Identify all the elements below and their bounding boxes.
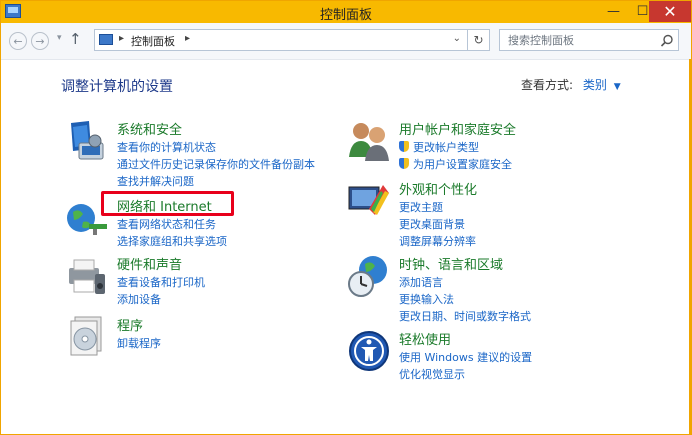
category-title-hardware-sound[interactable]: 硬件和声音 [117, 254, 182, 273]
category-programs: 程序 卸载程序 [65, 315, 365, 375]
category-network-internet: 网络和 Internet 查看网络状态和任务 选择家庭组和共享选项 [65, 196, 365, 256]
address-field[interactable]: ▸ 控制面板 ▸ ⌄ [94, 29, 468, 51]
search-icon[interactable] [660, 33, 674, 47]
link-network-status-tasks[interactable]: 查看网络状态和任务 [117, 216, 227, 233]
navigation-bar: ← → ▾ ↑ ▸ 控制面板 ▸ ⌄ ↻ [1, 23, 691, 60]
title-bar[interactable]: 控制面板 — ☐ ✕ [1, 1, 691, 23]
link-add-language[interactable]: 添加语言 [399, 274, 531, 291]
up-button[interactable]: ↑ [69, 30, 82, 48]
link-optimize-visual-display[interactable]: 优化视觉显示 [399, 366, 532, 383]
category-title-clock-language-region[interactable]: 时钟、语言和区域 [399, 254, 503, 273]
view-by-label: 查看方式: [521, 78, 574, 92]
link-view-computer-status[interactable]: 查看你的计算机状态 [117, 139, 315, 156]
page-title: 调整计算机的设置 [61, 79, 173, 95]
forward-button[interactable]: → [31, 32, 49, 50]
ease-of-access-icon[interactable] [347, 329, 391, 373]
category-ease-of-access: 轻松使用 使用 Windows 建议的设置 优化视觉显示 [347, 329, 647, 389]
control-panel-window: 控制面板 — ☐ ✕ ← → ▾ ↑ ▸ 控制面板 ▸ ⌄ ↻ 调整计 [0, 0, 692, 435]
users-icon[interactable] [347, 119, 391, 163]
link-troubleshoot[interactable]: 查找并解决问题 [117, 173, 315, 190]
link-change-theme[interactable]: 更改主题 [399, 199, 476, 216]
category-appearance: 外观和个性化 更改主题 更改桌面背景 调整屏幕分辨率 [347, 179, 647, 248]
appearance-icon[interactable] [347, 179, 391, 223]
link-recommended-settings[interactable]: 使用 Windows 建议的设置 [399, 349, 532, 366]
link-label: 为用户设置家庭安全 [413, 158, 512, 171]
link-file-history-backup[interactable]: 通过文件历史记录保存你的文件备份副本 [117, 156, 315, 173]
refresh-button[interactable]: ↻ [468, 29, 490, 51]
category-hardware-sound: 硬件和声音 查看设备和打印机 添加设备 [65, 254, 365, 314]
close-button[interactable]: ✕ [649, 1, 691, 22]
view-by-control: 查看方式: 类别 ▼ [521, 76, 621, 93]
control-panel-small-icon [99, 34, 113, 45]
category-title-system-security[interactable]: 系统和安全 [117, 119, 182, 138]
link-add-device[interactable]: 添加设备 [117, 291, 205, 308]
uac-shield-icon [399, 141, 409, 152]
link-uninstall-program[interactable]: 卸载程序 [117, 335, 161, 352]
link-change-account-type[interactable]: 更改帐户类型 [399, 139, 512, 156]
network-globe-icon[interactable] [65, 196, 109, 240]
category-title-user-accounts[interactable]: 用户帐户和家庭安全 [399, 119, 516, 138]
category-title-programs[interactable]: 程序 [117, 315, 143, 334]
search-input[interactable] [500, 30, 658, 50]
category-title-network-internet[interactable]: 网络和 Internet [117, 196, 212, 215]
dropdown-caret-icon[interactable]: ▼ [614, 82, 621, 92]
printer-speaker-icon[interactable] [65, 254, 109, 298]
category-clock-language-region: 时钟、语言和区域 添加语言 更换输入法 更改日期、时间或数字格式 [347, 254, 647, 323]
back-button[interactable]: ← [9, 32, 27, 50]
link-label: 更改帐户类型 [413, 141, 479, 154]
window-title: 控制面板 [319, 8, 372, 23]
link-family-safety[interactable]: 为用户设置家庭安全 [399, 156, 512, 173]
link-adjust-resolution[interactable]: 调整屏幕分辨率 [399, 233, 476, 250]
minimize-button[interactable]: — [599, 1, 628, 22]
category-user-accounts: 用户帐户和家庭安全 更改帐户类型 为用户设置家庭安全 [347, 119, 647, 179]
control-panel-app-icon[interactable] [5, 4, 21, 18]
view-by-dropdown[interactable]: 类别 [583, 78, 607, 92]
uac-shield-icon [399, 158, 409, 169]
breadcrumb-chevron-icon[interactable]: ▸ [119, 33, 124, 44]
search-box[interactable] [499, 29, 679, 51]
category-title-appearance[interactable]: 外观和个性化 [399, 179, 477, 198]
link-change-desktop-background[interactable]: 更改桌面背景 [399, 216, 476, 233]
category-title-ease-of-access[interactable]: 轻松使用 [399, 329, 451, 348]
breadcrumb-control-panel[interactable]: 控制面板 [131, 33, 175, 49]
recent-locations-dropdown-icon[interactable]: ▾ [57, 33, 62, 43]
link-change-date-time-format[interactable]: 更改日期、时间或数字格式 [399, 308, 531, 325]
breadcrumb-chevron-icon[interactable]: ▸ [185, 33, 190, 44]
window-right-border [689, 59, 691, 434]
link-devices-printers[interactable]: 查看设备和打印机 [117, 274, 205, 291]
shield-system-icon[interactable] [65, 119, 109, 163]
programs-disc-icon[interactable] [65, 315, 109, 359]
link-homegroup-sharing[interactable]: 选择家庭组和共享选项 [117, 233, 227, 250]
address-dropdown-icon[interactable]: ⌄ [453, 33, 461, 44]
link-change-input-method[interactable]: 更换输入法 [399, 291, 531, 308]
category-system-security: 系统和安全 查看你的计算机状态 通过文件历史记录保存你的文件备份副本 查找并解决… [65, 119, 365, 188]
clock-globe-icon[interactable] [347, 254, 391, 298]
